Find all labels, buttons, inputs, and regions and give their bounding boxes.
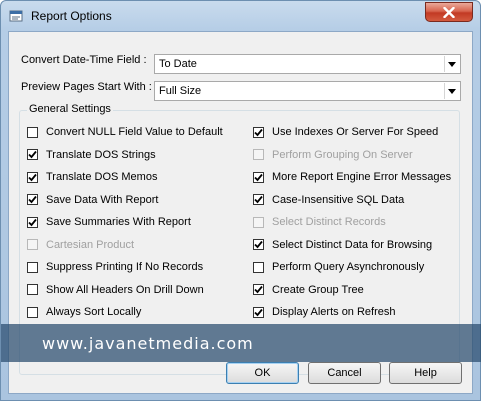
checkbox-label: Suppress Printing If No Records bbox=[46, 261, 204, 273]
checkbox-checked-icon[interactable] bbox=[253, 306, 264, 318]
right-checkbox-8[interactable]: Display Alerts on Refresh bbox=[253, 304, 396, 320]
checkbox-unchecked-icon bbox=[253, 216, 264, 228]
right-checkbox-1: Perform Grouping On Server bbox=[253, 147, 413, 163]
right-checkbox-7[interactable]: Create Group Tree bbox=[253, 282, 364, 298]
checkbox-checked-icon[interactable] bbox=[253, 194, 264, 205]
checkbox-label: Show All Headers On Drill Down bbox=[46, 283, 204, 296]
help-button[interactable]: Help bbox=[389, 362, 462, 384]
checkbox-label: Select Distinct Records bbox=[272, 216, 386, 228]
checkbox-label: Case-Insensitive SQL Data bbox=[272, 193, 405, 206]
close-button[interactable] bbox=[425, 2, 473, 22]
preview-start-value: Full Size bbox=[159, 85, 202, 97]
checkbox-checked-icon[interactable] bbox=[253, 171, 264, 183]
checkbox-unchecked-icon bbox=[27, 239, 38, 250]
chevron-down-icon[interactable] bbox=[444, 83, 459, 99]
checkbox-unchecked-icon[interactable] bbox=[27, 284, 38, 295]
left-checkbox-2[interactable]: Translate DOS Memos bbox=[27, 169, 157, 185]
checkbox-label: Save Data With Report bbox=[46, 193, 159, 206]
left-checkbox-1[interactable]: Translate DOS Strings bbox=[27, 147, 156, 163]
convert-date-select[interactable]: To Date bbox=[154, 54, 461, 74]
convert-date-label: Convert Date-Time Field : bbox=[21, 54, 147, 66]
cancel-button[interactable]: Cancel bbox=[308, 362, 381, 384]
checkbox-label: Cartesian Product bbox=[46, 238, 135, 251]
checkbox-label: Save Summaries With Report bbox=[46, 216, 191, 228]
checkbox-checked-icon[interactable] bbox=[253, 284, 264, 295]
convert-date-value: To Date bbox=[159, 58, 197, 70]
window-title: Report Options bbox=[31, 9, 112, 23]
right-checkbox-3[interactable]: Case-Insensitive SQL Data bbox=[253, 192, 404, 208]
checkbox-unchecked-icon[interactable] bbox=[253, 261, 264, 273]
report-options-window: Report Options Convert Date-Time Field :… bbox=[0, 0, 481, 401]
checkbox-label: Translate DOS Strings bbox=[46, 148, 156, 161]
close-icon bbox=[443, 6, 455, 18]
general-settings-title: General Settings bbox=[27, 103, 113, 115]
checkbox-unchecked-icon bbox=[253, 149, 264, 160]
left-checkbox-0[interactable]: Convert NULL Field Value to Default bbox=[27, 124, 223, 140]
checkbox-label: Always Sort Locally bbox=[46, 306, 142, 318]
checkbox-label: Display Alerts on Refresh bbox=[272, 306, 396, 318]
checkbox-unchecked-icon[interactable] bbox=[27, 261, 38, 273]
checkbox-label: Create Group Tree bbox=[272, 283, 364, 296]
checkbox-label: Use Indexes Or Server For Speed bbox=[272, 126, 439, 138]
left-checkbox-3[interactable]: Save Data With Report bbox=[27, 192, 159, 208]
checkbox-checked-icon[interactable] bbox=[253, 239, 264, 250]
preview-start-select[interactable]: Full Size bbox=[154, 81, 461, 101]
checkbox-checked-icon[interactable] bbox=[253, 126, 264, 138]
checkbox-label: Select Distinct Data for Browsing bbox=[272, 238, 433, 251]
checkbox-checked-icon[interactable] bbox=[27, 216, 38, 228]
left-checkbox-4[interactable]: Save Summaries With Report bbox=[27, 214, 191, 230]
checkbox-label: More Report Engine Error Messages bbox=[272, 171, 452, 183]
left-checkbox-7[interactable]: Show All Headers On Drill Down bbox=[27, 282, 204, 298]
ok-button[interactable]: OK bbox=[226, 362, 299, 384]
title-bar[interactable]: Report Options bbox=[1, 1, 480, 31]
checkbox-unchecked-icon[interactable] bbox=[27, 306, 38, 318]
right-checkbox-0[interactable]: Use Indexes Or Server For Speed bbox=[253, 124, 438, 140]
right-checkbox-6[interactable]: Perform Query Asynchronously bbox=[253, 259, 424, 275]
watermark-text: www.javanetmedia.com bbox=[42, 334, 254, 353]
checkbox-checked-icon[interactable] bbox=[27, 194, 38, 205]
left-checkbox-8[interactable]: Always Sort Locally bbox=[27, 304, 141, 320]
right-checkbox-2[interactable]: More Report Engine Error Messages bbox=[253, 169, 451, 185]
left-checkbox-6[interactable]: Suppress Printing If No Records bbox=[27, 259, 203, 275]
app-icon bbox=[9, 10, 23, 22]
checkbox-label: Convert NULL Field Value to Default bbox=[46, 126, 223, 138]
checkbox-unchecked-icon[interactable] bbox=[27, 126, 38, 138]
checkbox-label: Translate DOS Memos bbox=[46, 171, 158, 183]
chevron-down-icon[interactable] bbox=[444, 56, 459, 72]
right-checkbox-4: Select Distinct Records bbox=[253, 214, 386, 230]
right-checkbox-5[interactable]: Select Distinct Data for Browsing bbox=[253, 237, 432, 253]
checkbox-checked-icon[interactable] bbox=[27, 149, 38, 160]
checkbox-label: Perform Query Asynchronously bbox=[272, 261, 425, 273]
checkbox-label: Perform Grouping On Server bbox=[272, 148, 413, 161]
checkbox-checked-icon[interactable] bbox=[27, 171, 38, 183]
left-checkbox-5: Cartesian Product bbox=[27, 237, 134, 253]
preview-start-label: Preview Pages Start With : bbox=[21, 81, 152, 93]
